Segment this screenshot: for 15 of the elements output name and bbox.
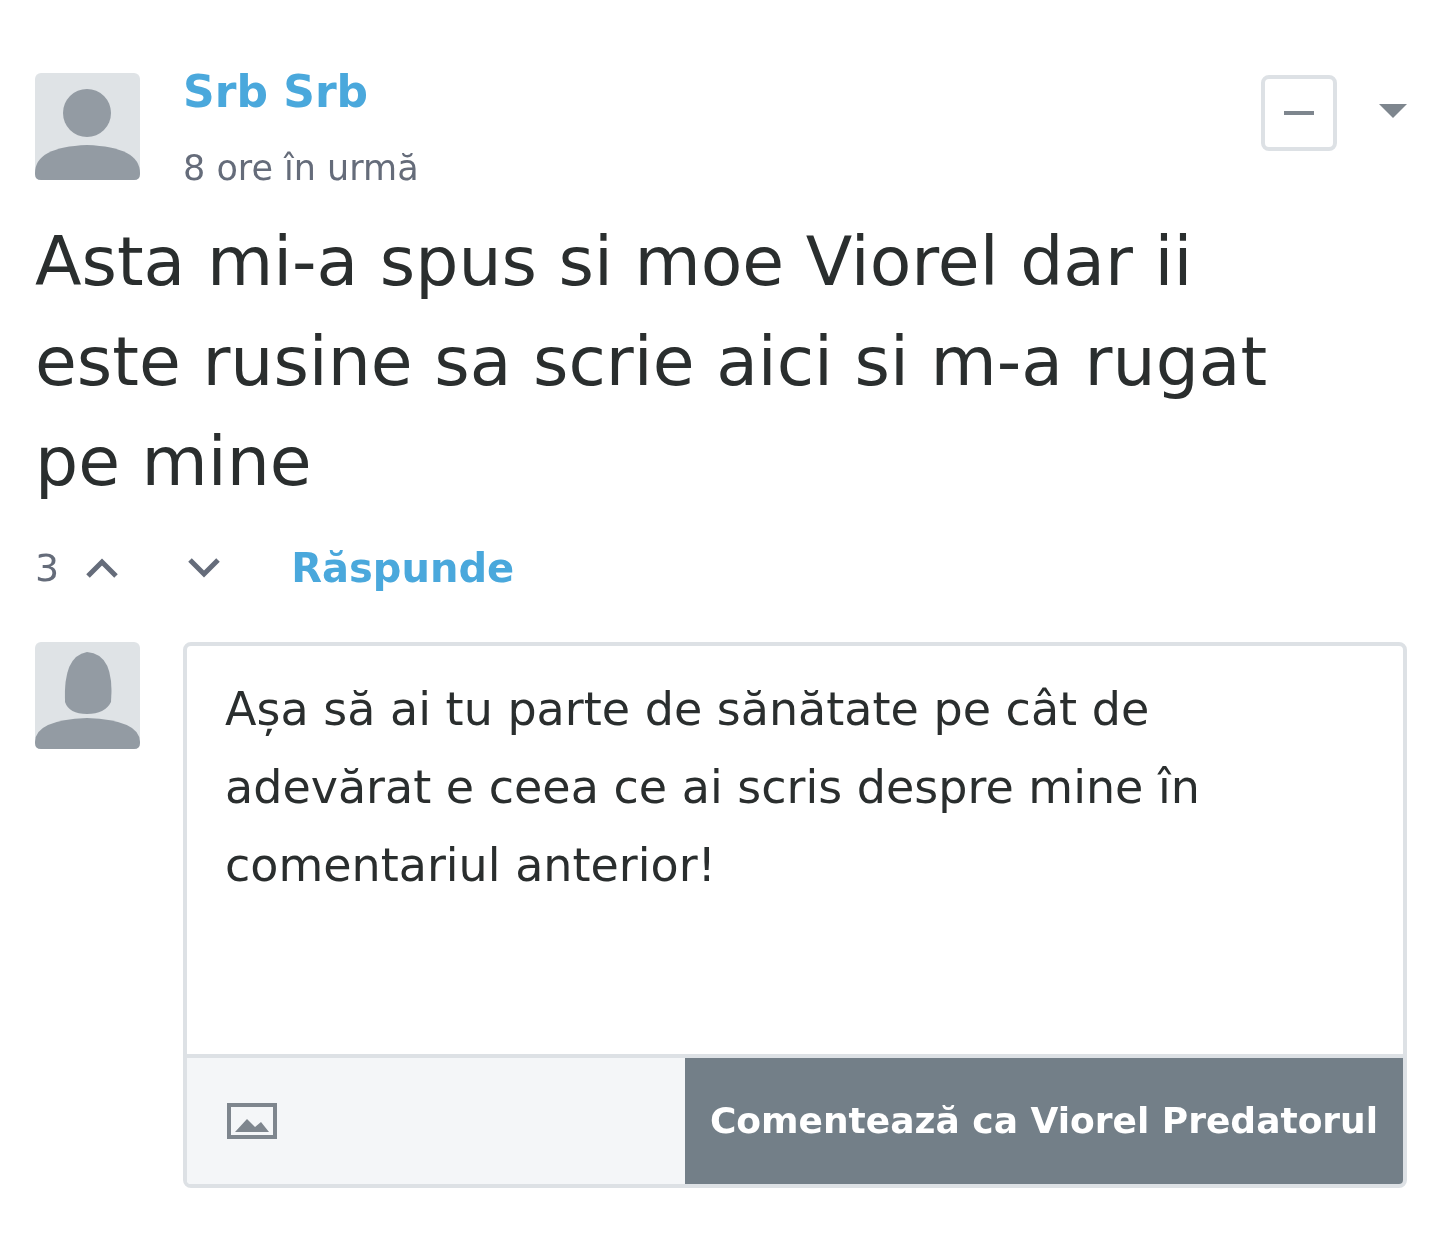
reply-link[interactable]: Răspunde [291,538,515,598]
submit-button[interactable]: Comentează ca Viorel Predatorul [685,1058,1403,1184]
comment-input-field[interactable]: Așa să ai tu parte de sănătate pe cât de adevărat e ceea ce ai scris despre mine în comentariul anterior! [187,646,1403,1054]
minus-icon [1284,111,1314,115]
downvote-icon[interactable] [187,557,222,579]
comment-text: Asta mi-a spus si moe Viorel dar ii este rusine sa scrie aici si m-a rugat pe mine [35,221,1269,503]
avatar-icon [35,642,140,749]
collapse-button[interactable] [1261,75,1337,151]
caret-icon[interactable] [1379,104,1407,118]
image-icon[interactable] [227,1103,277,1139]
timestamp: 8 ore în urmă [183,147,420,190]
upvote-icon[interactable] [85,557,120,579]
vote-count: 3 [35,544,60,592]
author-name[interactable]: Srb Srb [183,62,1261,122]
avatar-icon [35,73,140,180]
